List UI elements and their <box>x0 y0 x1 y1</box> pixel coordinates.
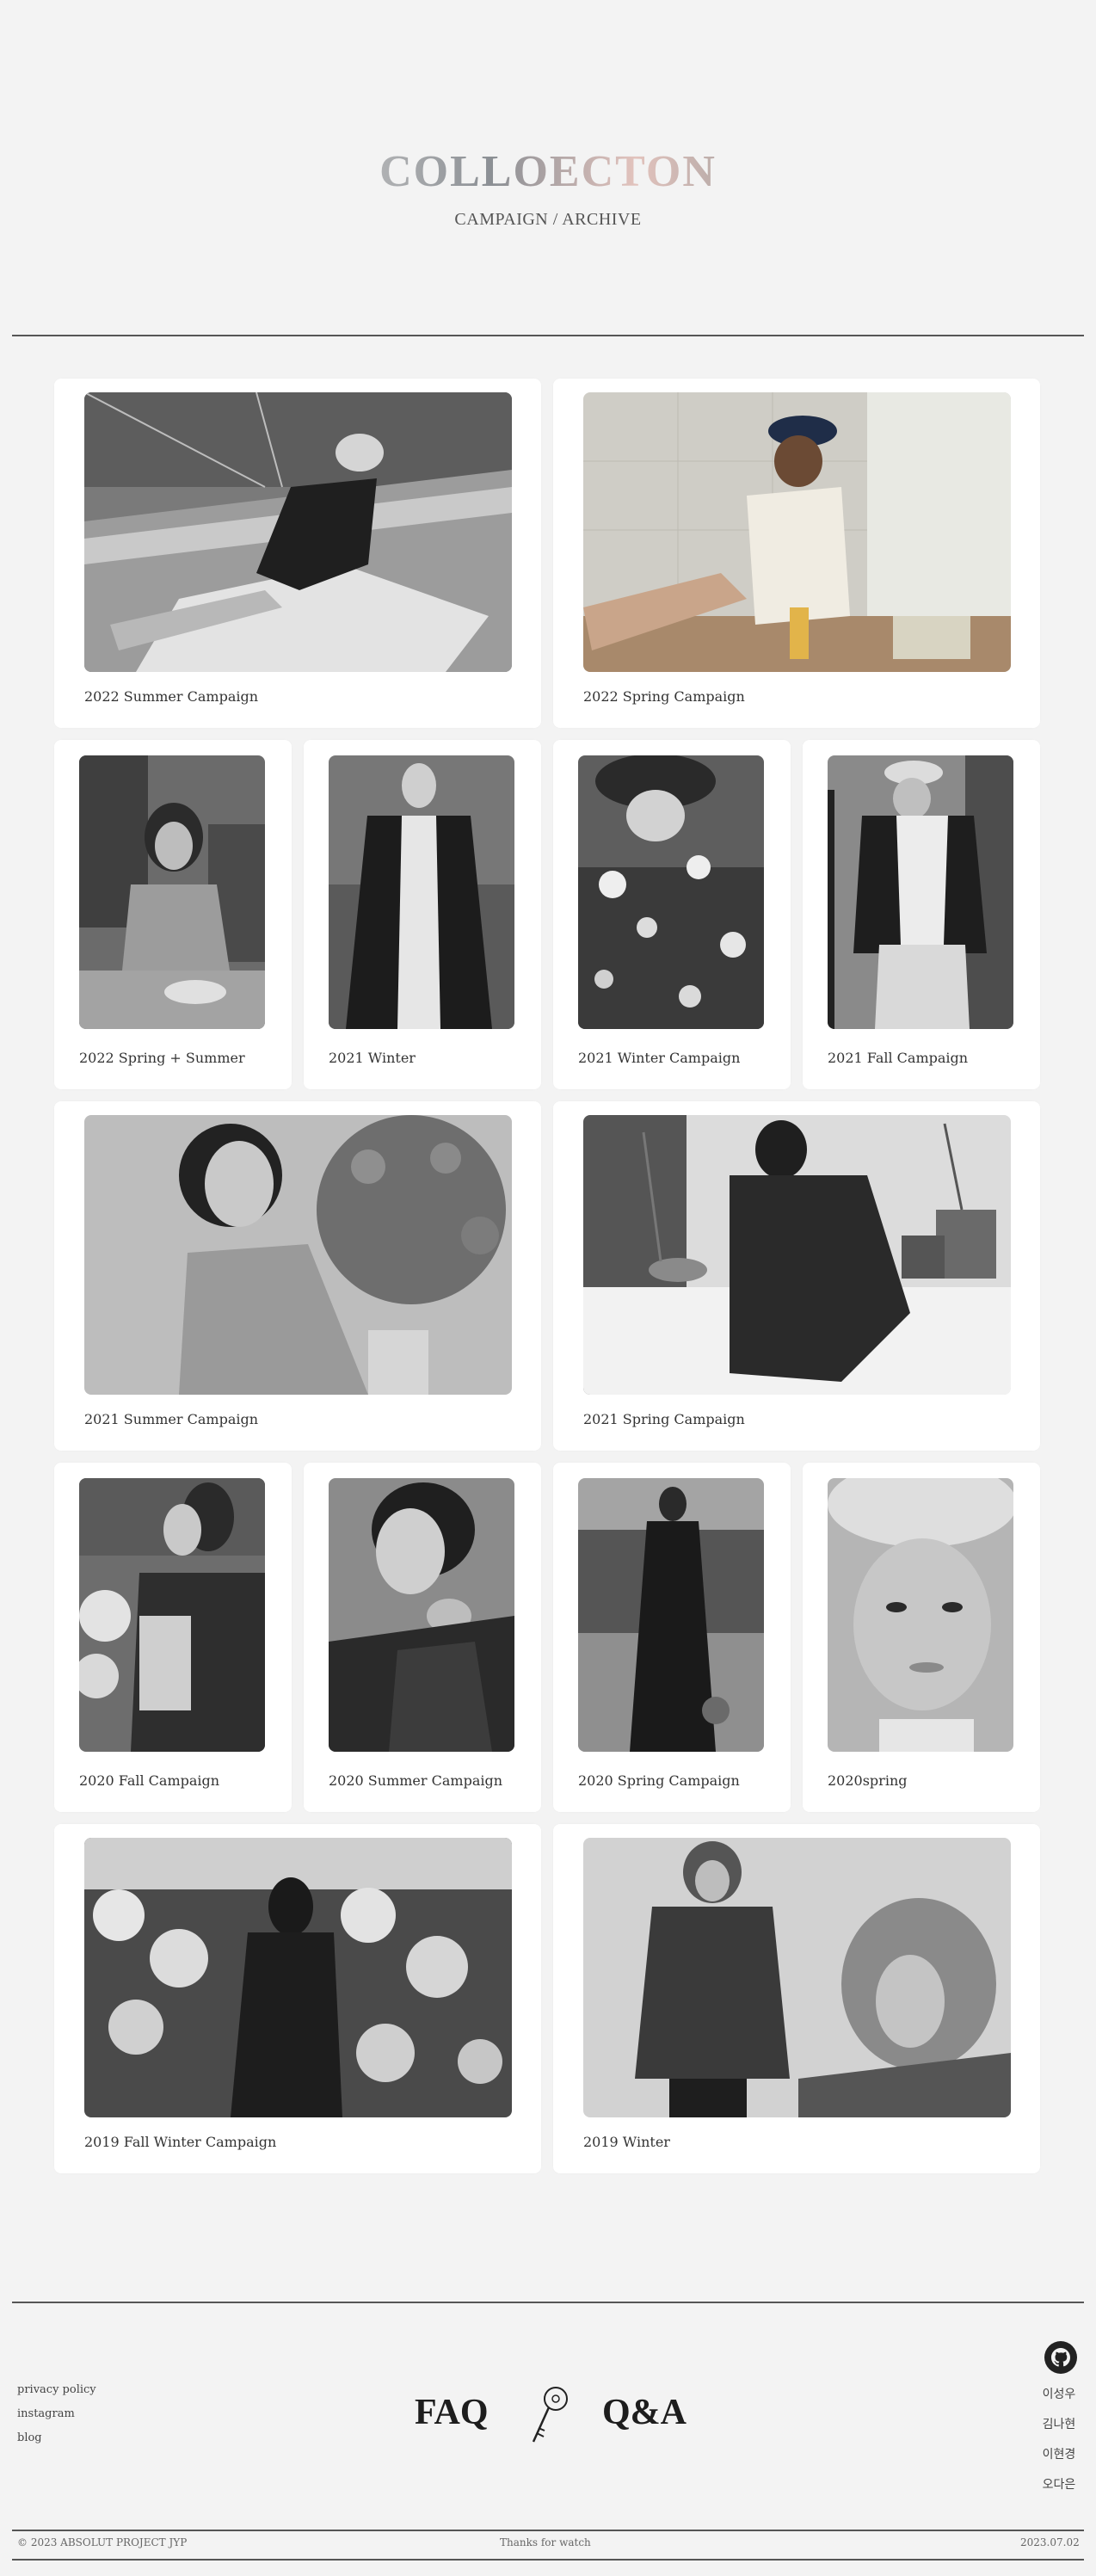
collection-row: 2019 Fall Winter Campaign 2019 Winter <box>54 1824 1040 2173</box>
collection-label: 2020spring <box>828 1772 908 1789</box>
collection-row: 2022 Spring + Summer 2021 Winter 2021 Wi… <box>54 740 1040 1089</box>
collection-label: 2019 Winter <box>583 2134 670 2150</box>
github-icon[interactable] <box>1044 2340 1078 2375</box>
book-photo <box>79 1478 265 1752</box>
collection-label: 2021 Spring Campaign <box>583 1411 745 1427</box>
qa-link[interactable]: Q&A <box>602 2392 687 2433</box>
collection-card[interactable]: 2020spring <box>803 1463 1040 1812</box>
drink-photo <box>828 755 1013 1029</box>
copyright-text: © 2023 ABSOLUT PROJECT JYP <box>17 2536 188 2548</box>
team-members: 이성우 김나현 이현경 오다은 <box>1029 2385 1089 2505</box>
collection-label: 2022 Spring + Summer <box>79 1050 245 1066</box>
collection-card[interactable]: 2020 Spring Campaign <box>553 1463 791 1812</box>
collection-card[interactable]: 2020 Fall Campaign <box>54 1463 292 1812</box>
collection-row: 2022 Summer Campaign 2022 Spring Campaig… <box>54 379 1040 728</box>
collection-card[interactable]: 2021 Winter <box>304 740 541 1089</box>
collection-card[interactable]: 2020 Summer Campaign <box>304 1463 541 1812</box>
collection-label: 2020 Spring Campaign <box>578 1772 740 1789</box>
collection-card[interactable]: 2019 Winter <box>553 1824 1040 2173</box>
collection-label: 2021 Fall Campaign <box>828 1050 969 1066</box>
kitchen-photo <box>583 392 1011 672</box>
page-header: COLLOECTON CAMPAIGN / ARCHIVE <box>0 0 1096 336</box>
collection-card[interactable]: 2021 Winter Campaign <box>553 740 791 1089</box>
sailboat-photo <box>84 392 512 672</box>
member-name[interactable]: 이현경 <box>1029 2445 1089 2462</box>
member-name[interactable]: 김나현 <box>1029 2415 1089 2432</box>
footer-links: privacy policy instagram blog <box>17 2383 96 2456</box>
collection-card[interactable]: 2021 Summer Campaign <box>54 1101 541 1451</box>
collection-label: 2019 Fall Winter Campaign <box>84 2134 277 2150</box>
flowers-hat-photo <box>578 755 764 1029</box>
collection-label: 2020 Fall Campaign <box>79 1772 220 1789</box>
site-logo[interactable]: COLLOECTON <box>0 146 1096 197</box>
collection-row: 2020 Fall Campaign 2020 Summer Campaign <box>54 1463 1040 1812</box>
portrait-photo <box>329 1478 514 1752</box>
collection-label: 2020 Summer Campaign <box>329 1772 503 1789</box>
coat-photo <box>329 755 514 1029</box>
key-icon <box>526 2383 571 2447</box>
collection-card[interactable]: 2019 Fall Winter Campaign <box>54 1824 541 2173</box>
bottom-divider <box>12 2530 1084 2531</box>
member-name[interactable]: 오다은 <box>1029 2475 1089 2493</box>
collection-card[interactable]: 2022 Spring Campaign <box>553 379 1040 728</box>
instagram-link[interactable]: instagram <box>17 2407 96 2420</box>
parka-photo <box>583 1838 1011 2117</box>
privacy-policy-link[interactable]: privacy policy <box>17 2383 96 2396</box>
header-divider <box>12 335 1084 336</box>
collection-row: 2021 Summer Campaign 2021 Spring Campaig… <box>54 1101 1040 1451</box>
collection-label: 2022 Spring Campaign <box>583 688 745 705</box>
flower-market-photo <box>84 1838 512 2117</box>
bouquet-photo <box>84 1115 512 1395</box>
collection-grid: 2022 Summer Campaign 2022 Spring Campaig… <box>54 379 1040 2185</box>
collection-label: 2022 Summer Campaign <box>84 688 259 705</box>
plants-photo <box>583 1115 1011 1395</box>
collection-label: 2021 Winter <box>329 1050 416 1066</box>
blog-link[interactable]: blog <box>17 2431 96 2444</box>
cafe-photo <box>79 755 265 1029</box>
page-subtitle: CAMPAIGN / ARCHIVE <box>454 210 642 229</box>
bottom-rule <box>12 2559 1084 2561</box>
lake-photo <box>578 1478 764 1752</box>
bottom-bar: © 2023 ABSOLUT PROJECT JYP Thanks for wa… <box>0 2536 1096 2559</box>
collection-card[interactable]: 2021 Spring Campaign <box>553 1101 1040 1451</box>
faq-link[interactable]: FAQ <box>415 2392 489 2433</box>
collection-card[interactable]: 2022 Spring + Summer <box>54 740 292 1089</box>
collection-label: 2021 Winter Campaign <box>578 1050 741 1066</box>
thanks-text: Thanks for watch <box>500 2536 591 2548</box>
beret-photo <box>828 1478 1013 1752</box>
collection-card[interactable]: 2022 Summer Campaign <box>54 379 541 728</box>
collection-label: 2021 Summer Campaign <box>84 1411 259 1427</box>
collection-card[interactable]: 2021 Fall Campaign <box>803 740 1040 1089</box>
member-name[interactable]: 이성우 <box>1029 2385 1089 2402</box>
date-text: 2023.07.02 <box>1020 2536 1080 2548</box>
footer-divider <box>12 2302 1084 2303</box>
